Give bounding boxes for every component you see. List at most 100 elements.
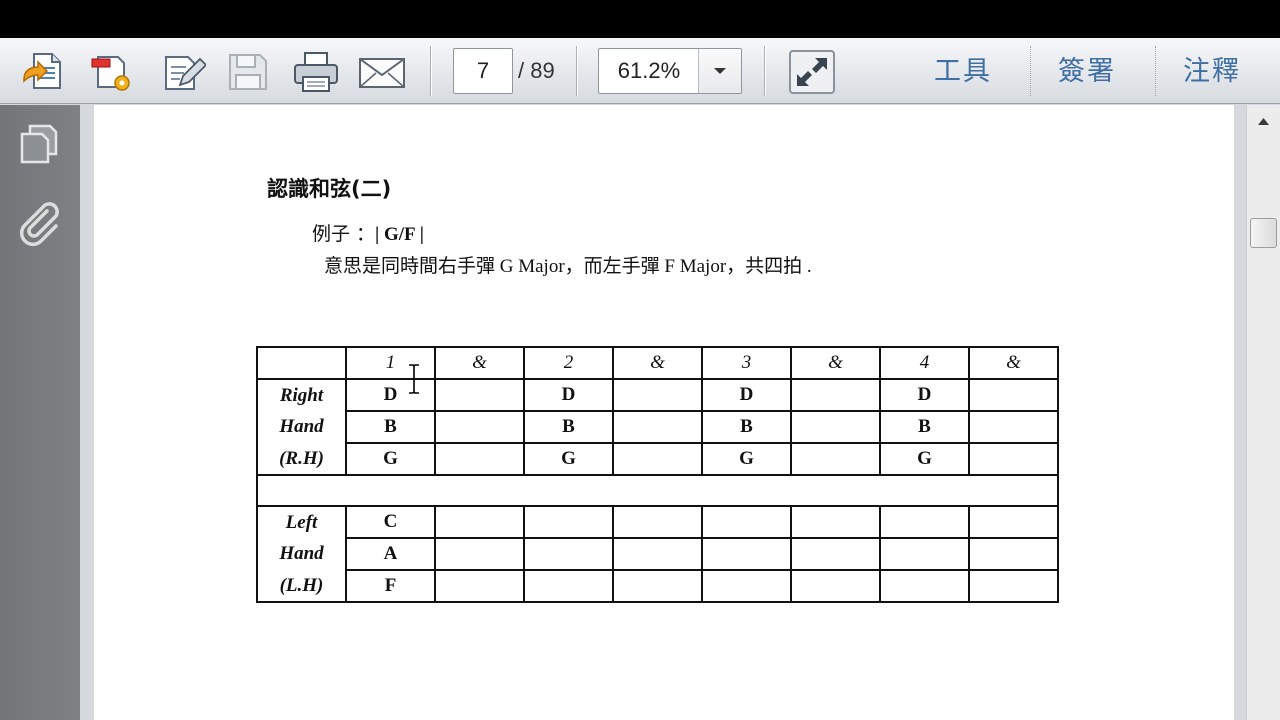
beat-header-cell: 1 bbox=[345, 346, 436, 380]
right-hand-row: Hand B B B B bbox=[256, 410, 1059, 444]
beat-header-cell bbox=[256, 346, 347, 380]
zoom-select[interactable]: 61.2% bbox=[598, 48, 742, 94]
page-total-label: / 89 bbox=[518, 58, 555, 83]
note-cell bbox=[612, 410, 703, 444]
beat-header-cell: & bbox=[434, 346, 525, 380]
note-cell bbox=[968, 442, 1059, 476]
note-cell bbox=[434, 378, 525, 412]
text-cursor-icon bbox=[409, 364, 419, 394]
print-icon bbox=[294, 52, 338, 92]
note-cell bbox=[523, 569, 614, 603]
convert-button[interactable] bbox=[88, 49, 136, 95]
page-number-input[interactable]: 7 bbox=[453, 48, 513, 94]
zoom-value[interactable]: 61.2% bbox=[599, 49, 699, 93]
toolbar-separator bbox=[430, 46, 432, 96]
example-label: 例子 ： bbox=[312, 223, 376, 245]
pdf-reader-window: 7 / 89 61.2% 工具 簽署 注釋 認識和弦(二) 例子 ：| G/F … bbox=[0, 38, 1280, 720]
beat-header-cell: & bbox=[968, 346, 1059, 380]
note-cell: D bbox=[701, 378, 792, 412]
note-cell bbox=[968, 505, 1059, 539]
note-cell bbox=[790, 537, 881, 571]
create-pdf-icon bbox=[23, 53, 61, 89]
note-cell bbox=[968, 410, 1059, 444]
edit-button[interactable] bbox=[158, 49, 206, 95]
print-button[interactable] bbox=[292, 49, 340, 95]
page-gutter bbox=[1234, 105, 1246, 720]
note-cell bbox=[790, 378, 881, 412]
zoom-dropdown-button[interactable] bbox=[698, 49, 741, 93]
save-button[interactable] bbox=[224, 49, 272, 95]
note-cell: F bbox=[345, 569, 436, 603]
note-cell bbox=[612, 505, 703, 539]
hand-label: Right bbox=[256, 378, 347, 411]
comment-command[interactable]: 注釋 bbox=[1183, 52, 1241, 92]
scroll-up-button[interactable] bbox=[1247, 105, 1280, 139]
note-cell: D bbox=[879, 378, 970, 412]
table-header-row: 1 & 2 & 3 & 4 & bbox=[256, 346, 1059, 380]
note-cell bbox=[790, 505, 881, 539]
beat-header-cell: & bbox=[612, 346, 703, 380]
note-cell: G bbox=[879, 442, 970, 476]
vertical-scrollbar[interactable] bbox=[1246, 105, 1280, 720]
email-icon bbox=[359, 58, 405, 88]
beat-header-cell: 4 bbox=[879, 346, 970, 380]
note-cell bbox=[612, 537, 703, 571]
note-cell: D bbox=[523, 378, 614, 412]
note-cell: D bbox=[345, 378, 436, 412]
sign-command[interactable]: 簽署 bbox=[1058, 52, 1116, 92]
hand-label: Left bbox=[256, 505, 347, 538]
toolbar-separator bbox=[764, 46, 766, 96]
separator-cell bbox=[256, 474, 1059, 507]
note-cell bbox=[968, 537, 1059, 571]
beat-header-cell: 2 bbox=[523, 346, 614, 380]
note-cell bbox=[612, 442, 703, 476]
scroll-thumb[interactable] bbox=[1250, 218, 1277, 248]
note-cell bbox=[790, 442, 881, 476]
example-line: 例子 ：| G/F | bbox=[312, 219, 424, 246]
pages-icon bbox=[20, 124, 58, 164]
email-button[interactable] bbox=[358, 49, 406, 95]
tools-command[interactable]: 工具 bbox=[934, 52, 992, 92]
note-cell: B bbox=[701, 410, 792, 444]
note-cell bbox=[968, 569, 1059, 603]
note-cell bbox=[701, 569, 792, 603]
note-cell: G bbox=[345, 442, 436, 476]
hand-label: Hand bbox=[256, 411, 347, 443]
note-cell: A bbox=[345, 537, 436, 571]
toolbar-separator bbox=[576, 46, 578, 96]
dropdown-arrow-icon bbox=[714, 68, 726, 74]
right-hand-row: (R.H) G G G G bbox=[256, 442, 1059, 476]
create-pdf-button[interactable] bbox=[20, 49, 68, 95]
pages-panel-button[interactable] bbox=[16, 120, 64, 168]
fit-window-icon bbox=[789, 50, 835, 94]
note-cell bbox=[434, 537, 525, 571]
note-cell: B bbox=[879, 410, 970, 444]
up-arrow-icon bbox=[1258, 118, 1269, 125]
note-cell: B bbox=[345, 410, 436, 444]
command-separator bbox=[1155, 46, 1156, 96]
note-cell bbox=[434, 505, 525, 539]
hand-label: (R.H) bbox=[256, 443, 347, 476]
page-gutter bbox=[80, 105, 94, 720]
hand-label: Hand bbox=[256, 538, 347, 570]
left-hand-row: (L.H) F bbox=[256, 569, 1059, 603]
separator-row bbox=[256, 474, 1059, 507]
note-cell bbox=[434, 569, 525, 603]
note-cell: G bbox=[701, 442, 792, 476]
note-cell bbox=[879, 537, 970, 571]
note-cell bbox=[523, 505, 614, 539]
right-hand-row: Right D D D D bbox=[256, 378, 1059, 412]
note-cell bbox=[612, 378, 703, 412]
hand-label: (L.H) bbox=[256, 570, 347, 603]
note-cell bbox=[790, 569, 881, 603]
beat-header-cell: & bbox=[790, 346, 881, 380]
edit-icon bbox=[165, 56, 206, 90]
fit-window-button[interactable] bbox=[788, 49, 836, 95]
note-cell bbox=[434, 442, 525, 476]
attachments-panel-button[interactable] bbox=[16, 199, 64, 247]
page-title: 認識和弦(二) bbox=[267, 177, 392, 201]
note-cell: B bbox=[523, 410, 614, 444]
note-cell bbox=[879, 505, 970, 539]
save-icon bbox=[229, 54, 267, 90]
note-cell: C bbox=[345, 505, 436, 539]
